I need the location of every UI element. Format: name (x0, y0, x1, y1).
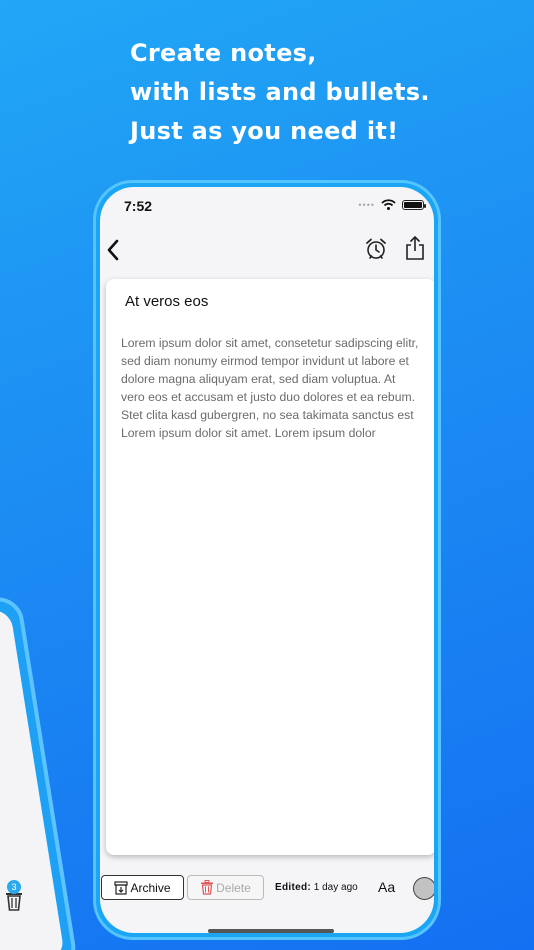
trash-count-badge: 3 (7, 880, 21, 894)
note-color-button[interactable] (413, 877, 434, 900)
battery-icon (402, 199, 426, 210)
trash-icon (201, 880, 214, 895)
back-button[interactable] (106, 239, 120, 266)
edited-label: Edited: (275, 882, 311, 893)
reminder-button[interactable] (364, 237, 388, 266)
wifi-icon (381, 199, 396, 210)
share-button[interactable] (404, 235, 426, 266)
headline-line-3: Just as you need it! (130, 117, 399, 145)
note-body[interactable]: Lorem ipsum dolor sit amet, consetetur s… (121, 334, 421, 442)
chevron-left-icon (107, 239, 119, 261)
signal-dots-icon: •••• (358, 199, 375, 210)
headline-line-2: with lists and bullets. (130, 78, 430, 106)
archive-button[interactable]: Archive (101, 875, 184, 900)
share-icon (406, 235, 424, 260)
note-card: At veros eos Lorem ipsum dolor sit amet,… (106, 279, 434, 855)
note-title[interactable]: At veros eos (125, 293, 208, 310)
delete-button-label: Delete (216, 880, 251, 895)
archive-box-icon (114, 880, 129, 895)
status-time: 7:52 (124, 198, 153, 214)
phone-frame: 7:52 •••• At veros eos Lorem ipsum dolor… (93, 180, 441, 940)
font-size-button[interactable]: Aa (378, 879, 395, 895)
edited-value: 1 day ago (313, 882, 358, 893)
bottom-toolbar: Archive Delete Edited: 1 day ago Aa (100, 869, 434, 909)
phone-screen: 7:52 •••• At veros eos Lorem ipsum dolor… (100, 187, 434, 933)
delete-button[interactable]: Delete (187, 875, 264, 900)
headline: Create notes, with lists and bullets. Ju… (130, 34, 430, 151)
headline-line-1: Create notes, (130, 39, 317, 67)
archive-button-label: Archive (130, 880, 171, 895)
edited-timestamp: Edited: 1 day ago (275, 882, 358, 893)
alarm-clock-icon (366, 238, 386, 259)
status-icons: •••• (358, 199, 426, 210)
home-indicator (208, 929, 334, 933)
